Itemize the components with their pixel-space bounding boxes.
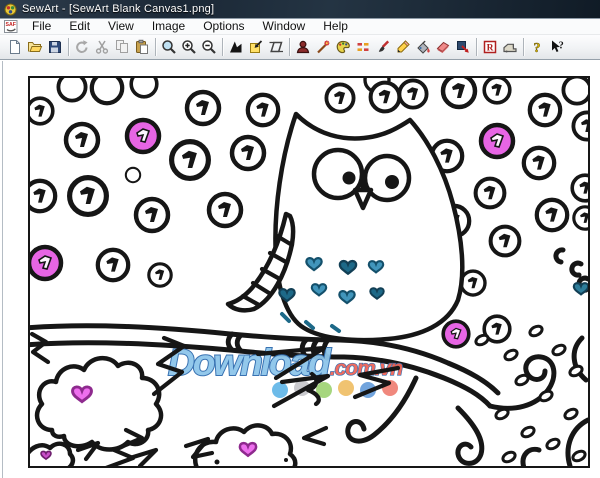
context-help-icon: ? xyxy=(549,39,565,55)
new-file-icon xyxy=(7,39,23,55)
image-wizard-icon xyxy=(248,39,264,55)
paste-button[interactable] xyxy=(132,35,152,59)
menu-options[interactable]: Options xyxy=(194,19,253,34)
zoom-out-icon xyxy=(201,39,217,55)
paste-icon xyxy=(134,39,150,55)
window-title: SewArt - [SewArt Blank Canvas1.png] xyxy=(22,3,214,15)
saf-document-icon[interactable]: SAF xyxy=(3,19,19,34)
zoom-in-button[interactable] xyxy=(179,35,199,59)
menu-edit[interactable]: Edit xyxy=(60,19,99,34)
cut-button[interactable] xyxy=(92,35,112,59)
fill-icon xyxy=(415,39,431,55)
sewart-window: SewArt - [SewArt Blank Canvas1.png] SAF … xyxy=(0,0,600,478)
image-document[interactable]: Download.com.vn xyxy=(28,76,590,468)
resize-button[interactable] xyxy=(226,35,246,59)
crop-button[interactable] xyxy=(266,35,286,59)
fill-button[interactable] xyxy=(413,35,433,59)
owl-doodle-drawing: Download.com.vn xyxy=(30,78,588,466)
client-left-edge xyxy=(2,61,3,478)
zoom-icon xyxy=(161,39,177,55)
resize-icon xyxy=(228,39,244,55)
portrait-icon xyxy=(295,39,311,55)
menu-window[interactable]: Window xyxy=(254,19,315,34)
help-button[interactable]: ? xyxy=(527,35,547,59)
toolbar: R ? ? xyxy=(0,34,600,60)
undo-icon xyxy=(74,39,90,55)
eraser-icon xyxy=(435,39,451,55)
color-reduce-button[interactable] xyxy=(353,35,373,59)
new-file-button[interactable] xyxy=(5,35,25,59)
merge-button[interactable] xyxy=(453,35,473,59)
svg-text:R: R xyxy=(487,44,494,54)
context-help-button[interactable]: ? xyxy=(547,35,567,59)
sewart-app-icon xyxy=(4,3,17,16)
zoom-button[interactable] xyxy=(159,35,179,59)
open-file-icon xyxy=(27,39,43,55)
copy-icon xyxy=(114,39,130,55)
toolbar-separator xyxy=(476,38,477,56)
svg-text:?: ? xyxy=(534,41,541,55)
cut-icon xyxy=(94,39,110,55)
zoom-in-icon xyxy=(181,39,197,55)
menu-view[interactable]: View xyxy=(99,19,143,34)
svg-text:?: ? xyxy=(559,40,564,51)
save-button[interactable] xyxy=(45,35,65,59)
toolbar-separator xyxy=(289,38,290,56)
toolbar-separator xyxy=(68,38,69,56)
title-bar[interactable]: SewArt - [SewArt Blank Canvas1.png] xyxy=(0,0,600,19)
magic-wand-icon xyxy=(315,39,331,55)
toolbar-separator xyxy=(222,38,223,56)
toolbar-separator xyxy=(155,38,156,56)
copy-button[interactable] xyxy=(112,35,132,59)
undo-button[interactable] xyxy=(72,35,92,59)
brush-icon xyxy=(375,39,391,55)
sew-stitch-icon xyxy=(502,39,518,55)
canvas-area: Download.com.vn xyxy=(0,61,600,478)
menu-help[interactable]: Help xyxy=(314,19,357,34)
magic-wand-button[interactable] xyxy=(313,35,333,59)
save-icon xyxy=(47,39,63,55)
palette-icon xyxy=(335,39,351,55)
color-reduce-icon xyxy=(355,39,371,55)
image-wizard-button[interactable] xyxy=(246,35,266,59)
zoom-out-button[interactable] xyxy=(199,35,219,59)
menu-image[interactable]: Image xyxy=(143,19,194,34)
eraser-button[interactable] xyxy=(433,35,453,59)
pencil-icon xyxy=(395,39,411,55)
menu-bar: SAF File Edit View Image Options Window … xyxy=(0,19,600,34)
brush-button[interactable] xyxy=(373,35,393,59)
sew-stitch-button[interactable] xyxy=(500,35,520,59)
crop-icon xyxy=(268,39,284,55)
portrait-button[interactable] xyxy=(293,35,313,59)
menu-file[interactable]: File xyxy=(23,19,60,34)
svg-text:SAF: SAF xyxy=(6,22,16,28)
toolbar-separator xyxy=(523,38,524,56)
redwork-button[interactable]: R xyxy=(480,35,500,59)
open-file-button[interactable] xyxy=(25,35,45,59)
merge-icon xyxy=(455,39,471,55)
redwork-icon: R xyxy=(482,39,498,55)
help-icon: ? xyxy=(529,39,545,55)
pencil-button[interactable] xyxy=(393,35,413,59)
palette-button[interactable] xyxy=(333,35,353,59)
